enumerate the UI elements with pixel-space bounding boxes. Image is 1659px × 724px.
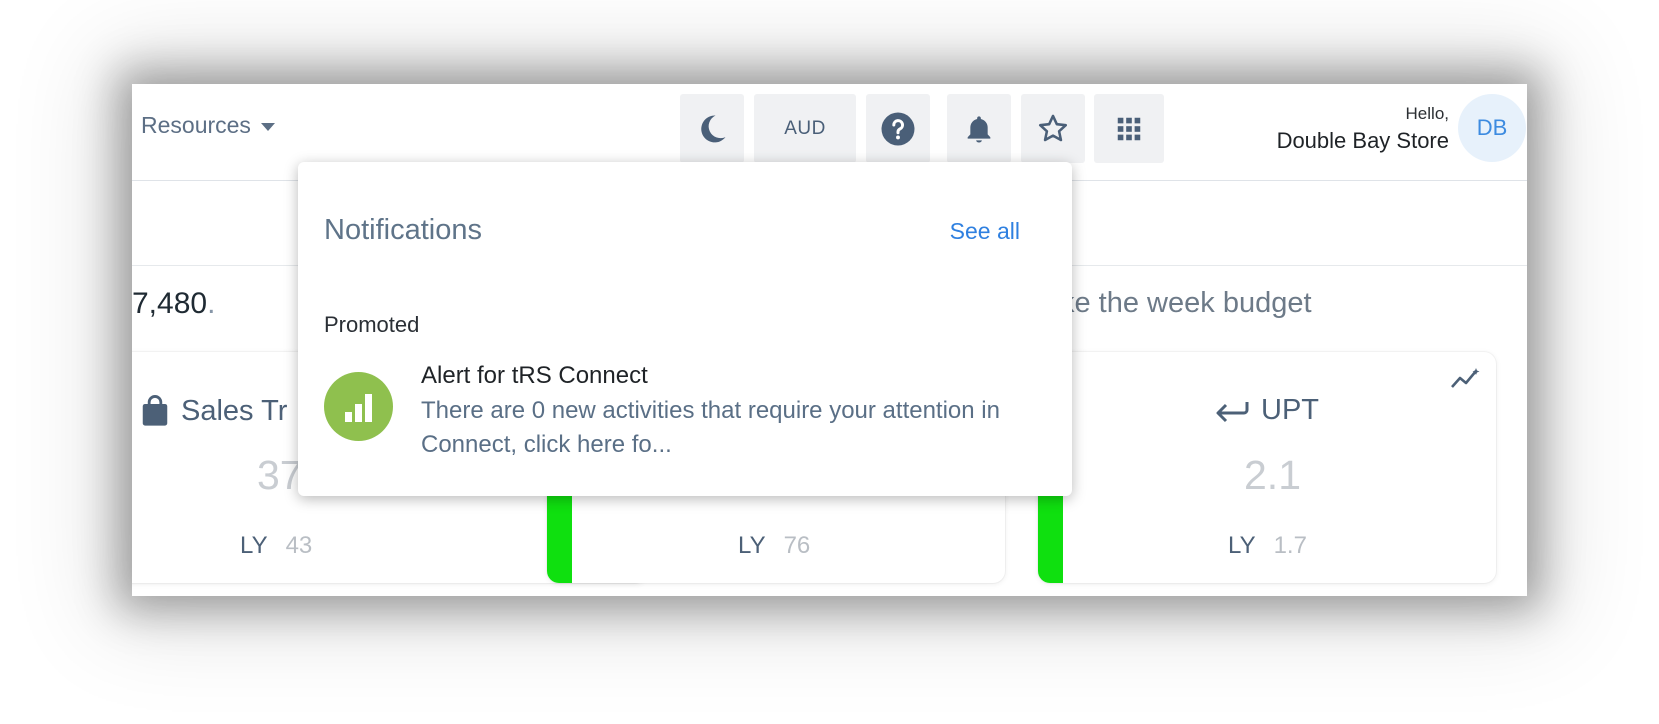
- notifications-popover: Notifications See all Promoted Alert for…: [298, 162, 1072, 496]
- notification-body: There are 0 new activities that require …: [421, 397, 1000, 458]
- help-button[interactable]: [866, 94, 930, 163]
- bell-icon: [967, 115, 991, 143]
- card-title-label: UPT: [1261, 394, 1319, 426]
- summary-text-right: ke the week budget: [1060, 287, 1312, 319]
- section-heading-promoted: Promoted: [324, 312, 420, 337]
- caret-down-icon: [260, 123, 275, 131]
- ly-value: 76: [783, 532, 811, 559]
- avatar[interactable]: DB: [1458, 94, 1526, 162]
- card-last-year: LY 43: [240, 532, 312, 560]
- card-last-year: LY 1.7: [1228, 532, 1307, 560]
- kpi-card-upt[interactable]: UPT 2.1 LY 1.7: [1038, 352, 1496, 583]
- notifications-button[interactable]: [947, 94, 1011, 163]
- notifications-title: Notifications: [324, 214, 482, 246]
- card-value: 2.1: [1244, 452, 1301, 498]
- currency-button[interactable]: AUD: [754, 94, 856, 163]
- apps-menu-button[interactable]: [1094, 94, 1164, 163]
- ly-label: LY: [738, 532, 766, 559]
- ly-value: 1.7: [1273, 532, 1307, 559]
- return-arrow-icon: [1216, 401, 1249, 422]
- trend-sparkle-icon[interactable]: [1450, 366, 1482, 390]
- dark-mode-button[interactable]: [680, 94, 744, 163]
- help-icon: [881, 112, 915, 145]
- ly-label: LY: [240, 532, 268, 559]
- app-window: Resources AUD Hello, Double Bay Store DB…: [132, 84, 1527, 596]
- card-title-label: Sales Tr: [181, 394, 288, 427]
- star-icon: [1038, 114, 1068, 141]
- currency-label: AUD: [784, 117, 826, 139]
- summary-value: 7,480: [132, 287, 208, 320]
- see-all-link[interactable]: See all: [950, 218, 1020, 245]
- shopping-bag-icon: [142, 395, 168, 426]
- moon-icon: [701, 115, 726, 142]
- card-title: UPT: [1215, 394, 1319, 427]
- notification-title: Alert for tRS Connect: [421, 362, 648, 389]
- ly-label: LY: [1228, 532, 1256, 559]
- user-greeting: Hello, Double Bay Store: [1277, 104, 1449, 154]
- card-last-year: LY 76: [738, 532, 810, 560]
- ly-value: 43: [285, 532, 313, 559]
- card-title: Sales Tr: [141, 394, 287, 428]
- resources-menu[interactable]: Resources: [141, 112, 275, 139]
- summary-period: .: [207, 287, 216, 320]
- grid-apps-icon: [1117, 117, 1141, 140]
- summary-text-left: 7,480.: [132, 287, 215, 321]
- bar-chart-icon: [324, 372, 393, 441]
- store-name: Double Bay Store: [1276, 128, 1449, 153]
- greeting-text: Hello,: [1405, 104, 1449, 123]
- notification-item[interactable]: Alert for tRS Connect There are 0 new ac…: [324, 362, 1044, 462]
- card-value: 37: [257, 452, 303, 498]
- favorites-button[interactable]: [1021, 94, 1085, 163]
- resources-label: Resources: [141, 112, 251, 138]
